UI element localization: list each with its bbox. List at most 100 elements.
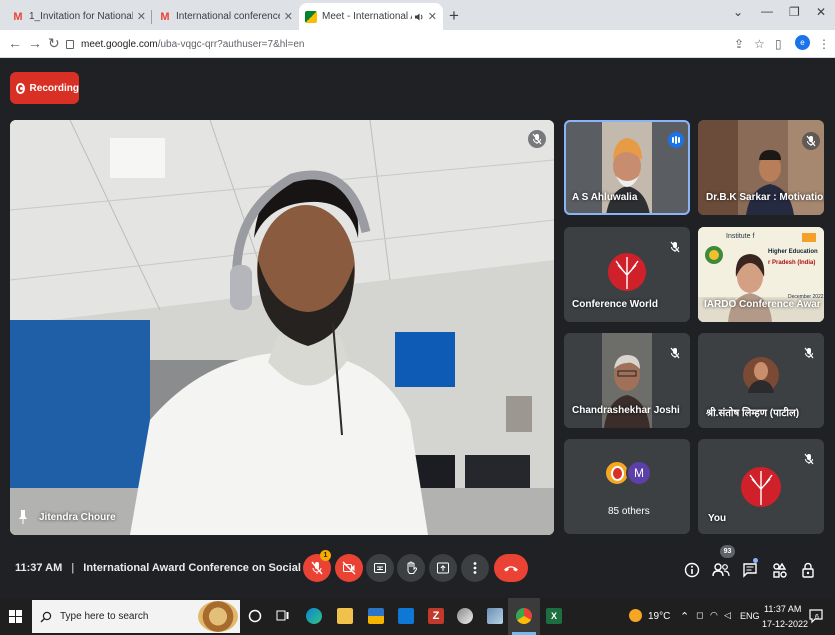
present-icon <box>437 562 449 574</box>
screen: M 1_Invitation for National Confere ✕ M … <box>0 0 835 635</box>
search-icon <box>40 611 52 622</box>
tab-divider <box>151 10 152 24</box>
mic-off-icon <box>800 344 818 362</box>
tab-invitation[interactable]: M 1_Invitation for National Confere ✕ <box>6 3 152 30</box>
tab-title: 1_Invitation for National Confere <box>29 11 133 22</box>
others-tile[interactable]: M 85 others <box>564 439 690 534</box>
meeting-time: 11:37 AM <box>15 562 63 574</box>
file-explorer-icon[interactable] <box>337 608 353 624</box>
raise-hand-button[interactable] <box>397 554 425 582</box>
wifi-icon[interactable]: ◠ <box>710 610 718 621</box>
language-indicator[interactable]: ENG <box>740 611 760 621</box>
profile-avatar[interactable]: e <box>795 35 810 50</box>
participant-tile[interactable]: A S Ahluwalia <box>564 120 690 215</box>
close-window-button[interactable]: ✕ <box>816 5 826 19</box>
notes-icon[interactable] <box>487 608 503 624</box>
mic-off-icon <box>800 450 818 468</box>
main-video-tile[interactable]: Jitendra Choure <box>10 120 554 535</box>
close-icon[interactable]: ✕ <box>137 10 146 23</box>
meet-stage: Recording Jitendra Choure A S Ahluwalia … <box>0 58 835 598</box>
taskbar-date[interactable]: 17-12-2022 <box>762 619 808 629</box>
url-field[interactable]: meet.google.com/uba-vqgc-qrr?authuser=7&… <box>66 34 776 54</box>
activities-icon[interactable] <box>772 562 788 578</box>
participant-tile[interactable]: Chandrashekhar Joshi <box>564 333 690 428</box>
gmail-icon: M <box>13 10 23 23</box>
search-placeholder: Type here to search <box>60 611 149 622</box>
search-highlight-icon[interactable] <box>198 601 238 632</box>
meeting-info: 11:37 AM | International Award Conferenc… <box>15 562 313 574</box>
excel-icon[interactable]: X <box>546 608 562 624</box>
network-icon[interactable]: ◻ <box>696 610 703 621</box>
close-icon[interactable]: ✕ <box>428 10 437 23</box>
chrome-icon[interactable] <box>516 608 532 624</box>
mic-toggle-button[interactable]: 1 <box>303 550 331 582</box>
chat-icon[interactable] <box>742 562 758 578</box>
store-icon[interactable] <box>368 608 384 624</box>
notification-count: 6 <box>815 614 819 621</box>
self-tile[interactable]: You <box>698 439 824 534</box>
recording-indicator[interactable]: Recording <box>10 72 79 104</box>
tab-meet[interactable]: Meet - International Award C ✕ <box>299 3 443 30</box>
others-count: 85 others <box>608 506 650 517</box>
recording-label: Recording <box>29 82 79 94</box>
gmail-icon: M <box>160 10 170 23</box>
participant-name: Conference World <box>572 299 658 310</box>
weather-temp[interactable]: 19°C <box>648 611 670 622</box>
task-view-icon[interactable] <box>276 609 290 623</box>
leave-call-button[interactable] <box>494 554 528 582</box>
present-button[interactable] <box>429 554 457 582</box>
new-tab-button[interactable]: + <box>449 6 459 26</box>
participant-name: IARDO Conference Awar <box>704 299 821 310</box>
people-icon[interactable] <box>712 562 730 578</box>
tab-title: International conference Mail <box>176 11 280 22</box>
meeting-title: International Award Conference on Social… <box>83 562 314 574</box>
forward-button[interactable]: → <box>28 35 42 51</box>
minimize-button[interactable]: — <box>761 4 773 18</box>
mic-off-icon <box>666 238 684 256</box>
mic-off-icon <box>528 130 546 148</box>
chevron-down-icon[interactable]: ⌄ <box>733 5 743 19</box>
tab-conference-mail[interactable]: M International conference Mail ✕ <box>153 3 299 30</box>
participant-tile[interactable]: Conference World <box>564 227 690 322</box>
chat-unread-dot <box>753 558 758 563</box>
meeting-details-icon[interactable] <box>684 562 700 578</box>
menu-icon[interactable]: ⋮ <box>818 37 830 51</box>
camera-off-icon <box>342 561 356 575</box>
cortana-icon[interactable] <box>248 609 262 623</box>
speaker-icon[interactable] <box>414 12 424 22</box>
slide-text: r Pradesh (India) <box>768 260 816 266</box>
volume-icon[interactable]: ◁ <box>724 610 731 621</box>
slide-text: Institute f <box>726 233 755 240</box>
close-icon[interactable]: ✕ <box>284 10 293 23</box>
participant-tile[interactable]: श्री.संतोष लिम्हण (पाटील) <box>698 333 824 428</box>
mail-icon[interactable] <box>398 608 414 624</box>
back-button[interactable]: ← <box>8 35 22 51</box>
host-controls-icon[interactable] <box>800 562 816 578</box>
main-speaker-name: Jitendra Choure <box>39 512 116 523</box>
pin-icon[interactable] <box>19 510 27 524</box>
taskbar-time[interactable]: 11:37 AM <box>764 604 801 614</box>
mic-off-icon <box>311 561 323 575</box>
tab-title: Meet - International Award C <box>322 11 412 22</box>
windows-start-icon[interactable] <box>9 610 22 623</box>
restore-button[interactable]: ❐ <box>789 5 800 19</box>
end-call-icon <box>504 566 518 572</box>
captions-button[interactable] <box>366 554 394 582</box>
participant-name: श्री.संतोष लिम्हण (पाटील) <box>706 408 800 419</box>
filezilla-icon[interactable]: Z <box>428 608 444 624</box>
share-icon[interactable]: ⇪ <box>734 37 744 51</box>
participant-tile[interactable]: Dr.B.K Sarkar : Motivatio... <box>698 120 824 215</box>
more-options-button[interactable] <box>461 554 489 582</box>
weather-icon[interactable] <box>629 609 642 622</box>
chevron-up-icon[interactable]: ⌃ <box>680 610 689 623</box>
star-icon[interactable]: ☆ <box>754 37 765 51</box>
app-icon[interactable] <box>457 608 473 624</box>
edge-icon[interactable] <box>306 608 322 624</box>
side-panel-icon[interactable]: ▯ <box>775 37 782 51</box>
windows-taskbar: Type here to search Z X 19°C ⌃ ◻ ◠ ◁ ENG… <box>0 598 835 635</box>
participant-tile[interactable]: Institute f Higher Education r Pradesh (… <box>698 227 824 322</box>
lock-icon <box>66 39 74 49</box>
camera-toggle-button[interactable] <box>335 554 363 582</box>
reload-button[interactable]: ↻ <box>48 35 60 52</box>
taskbar-search-box[interactable]: Type here to search <box>32 600 240 633</box>
